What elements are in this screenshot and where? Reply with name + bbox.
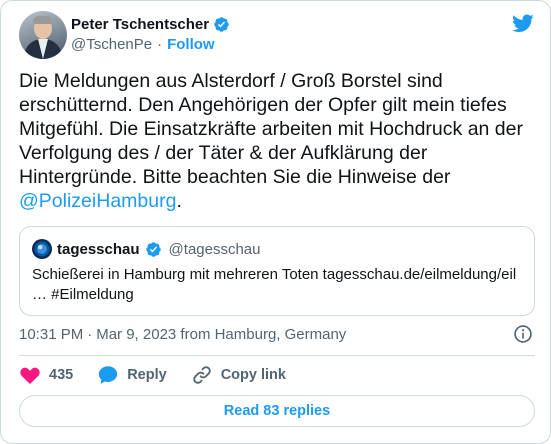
like-button[interactable]: 435 [19, 364, 73, 386]
quoted-author-name: tagesschau [57, 240, 140, 258]
tweet-time[interactable]: 10:31 PM [19, 326, 83, 343]
author-handle-row: @TschenPe · Follow [71, 35, 215, 53]
reply-button[interactable]: Reply [97, 364, 167, 386]
heart-icon [20, 367, 40, 384]
twitter-bird-icon[interactable] [511, 12, 535, 34]
divider [19, 355, 535, 356]
link-icon [193, 366, 211, 384]
read-replies-button[interactable]: Read 83 replies [19, 395, 535, 427]
copy-link-label: Copy link [220, 367, 286, 383]
author-name[interactable]: Peter Tschentscher [71, 16, 209, 33]
verified-badge-icon [214, 16, 229, 32]
separator-dot: · [157, 35, 163, 53]
follow-button[interactable]: Follow [167, 36, 215, 53]
tagesschau-logo-icon [32, 239, 52, 259]
copy-link-button[interactable]: Copy link [191, 364, 286, 386]
tweet-body: Die Meldungen aus Alsterdorf / Groß Bors… [19, 70, 529, 188]
meta-separator: · [87, 325, 93, 343]
info-icon[interactable] [513, 324, 533, 344]
tweet-text: Die Meldungen aus Alsterdorf / Groß Bors… [19, 69, 539, 213]
quoted-tweet[interactable]: tagesschau @tagesschau Schießerei in Ham… [19, 226, 535, 316]
speech-bubble-icon [99, 366, 118, 384]
mention-link[interactable]: @PolizeiHamburg [19, 190, 176, 212]
author-avatar[interactable] [19, 11, 67, 59]
embedded-tweet-card: Peter Tschentscher @TschenPe · Follow Di… [0, 0, 551, 444]
author-handle[interactable]: @TschenPe [71, 36, 152, 53]
quoted-author-handle: @tagesschau [168, 240, 261, 258]
tweet-meta: 10:31 PM · Mar 9, 2023 from Hamburg, Ger… [19, 325, 346, 343]
verified-badge-icon [145, 241, 161, 257]
like-count: 435 [49, 367, 74, 383]
quoted-author-row: tagesschau @tagesschau [32, 239, 261, 259]
tweet-end: . [176, 190, 182, 212]
author-name-row: Peter Tschentscher [71, 14, 230, 34]
tweet-date-location[interactable]: Mar 9, 2023 from Hamburg, Germany [96, 326, 346, 343]
reply-label: Reply [127, 367, 167, 383]
quoted-tweet-text: Schießerei in Hamburg mit mehreren Toten… [32, 266, 517, 303]
action-bar: 435 Reply Copy link [19, 363, 286, 387]
